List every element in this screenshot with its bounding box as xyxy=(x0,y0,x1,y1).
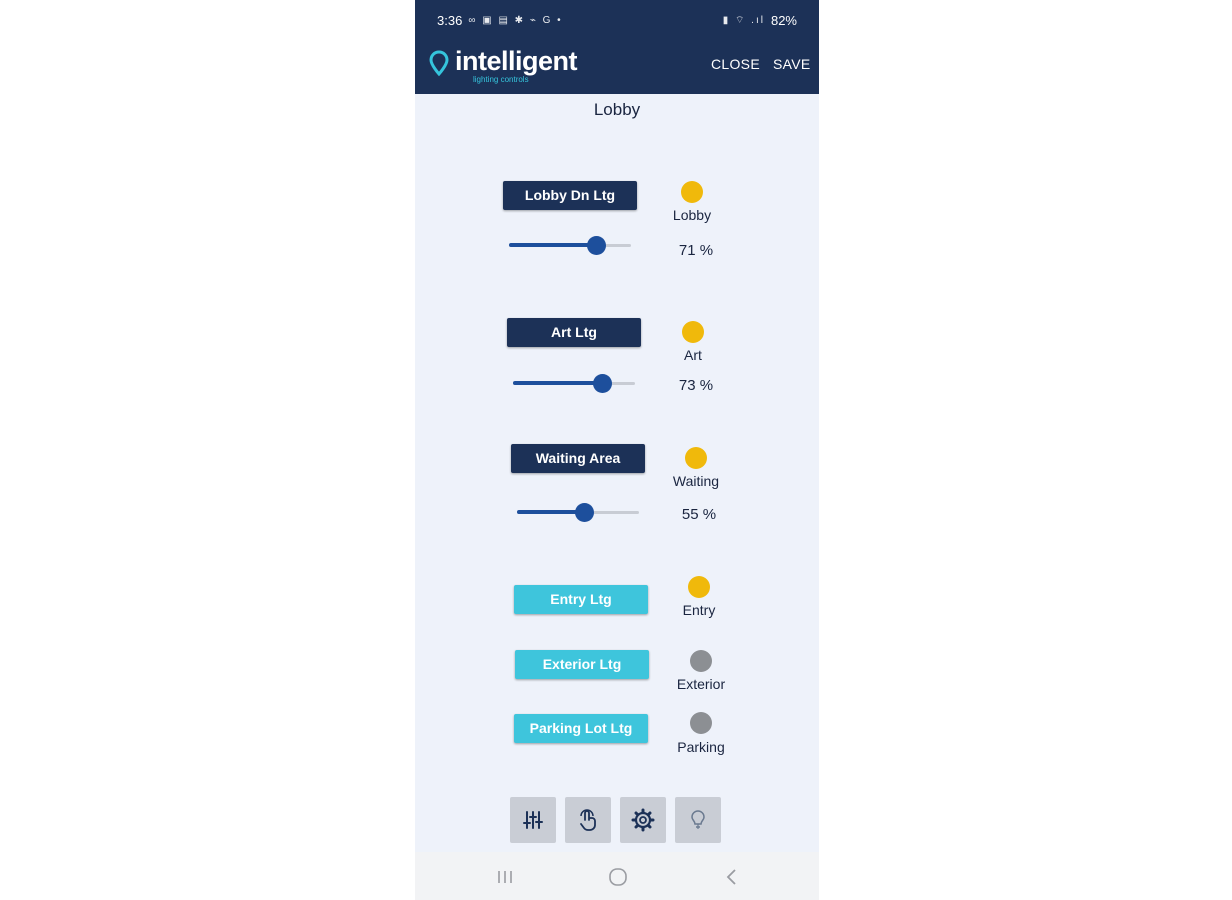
location-pin-icon xyxy=(429,50,449,77)
back-icon xyxy=(726,869,736,885)
slider-fill xyxy=(513,381,603,385)
indicator-label-parking: Parking xyxy=(677,739,725,755)
indicator-label-lobby: Lobby xyxy=(672,207,712,223)
logo-tagline: lighting controls xyxy=(473,75,529,84)
signal-icons: ▮ ⌔ .ıl xyxy=(722,14,765,26)
tab-settings[interactable] xyxy=(620,797,666,843)
app-bar: intelligent lighting controls CLOSE SAVE xyxy=(415,40,819,94)
notification-icons: ∞ ▣ ▤ ✱ ⌁ G • xyxy=(468,14,563,26)
indicator-label-entry: Entry xyxy=(682,602,716,618)
recents-button[interactable] xyxy=(493,866,517,888)
scene-button-art-ltg[interactable]: Art Ltg xyxy=(507,318,641,347)
scene-button-exterior-ltg[interactable]: Exterior Ltg xyxy=(515,650,649,679)
status-indicator-lobby xyxy=(681,181,703,203)
dimmer-slider-waiting[interactable] xyxy=(517,502,639,522)
status-indicator-waiting xyxy=(685,447,707,469)
status-indicator-art xyxy=(682,321,704,343)
level-readout-lobby: 71 % xyxy=(678,242,714,259)
slider-fill xyxy=(517,510,585,514)
recents-icon xyxy=(498,871,512,883)
status-bar: 3:36 ∞ ▣ ▤ ✱ ⌁ G • ▮ ⌔ .ıl 82% xyxy=(415,0,819,40)
scene-button-parking-lot-ltg[interactable]: Parking Lot Ltg xyxy=(514,714,648,743)
indicator-label-art: Art xyxy=(684,347,702,363)
tab-sliders[interactable] xyxy=(510,797,556,843)
system-nav-bar xyxy=(415,852,819,900)
slider-thumb[interactable] xyxy=(586,236,606,255)
bulb-icon xyxy=(691,810,705,829)
settings-icon xyxy=(631,808,655,832)
level-readout-waiting: 55 % xyxy=(681,506,717,523)
indicator-label-exterior: Exterior xyxy=(676,676,726,692)
back-button[interactable] xyxy=(720,866,744,888)
status-indicator-entry xyxy=(688,576,710,598)
home-icon xyxy=(609,868,627,886)
status-indicator-exterior xyxy=(690,650,712,672)
page-title: Lobby xyxy=(593,100,641,119)
close-button[interactable]: CLOSE xyxy=(711,56,760,72)
slider-thumb[interactable] xyxy=(593,374,613,393)
scene-button-waiting-area[interactable]: Waiting Area xyxy=(511,444,645,473)
save-button[interactable]: SAVE xyxy=(773,56,811,72)
phone-screen: 3:36 ∞ ▣ ▤ ✱ ⌁ G • ▮ ⌔ .ıl 82% intellige… xyxy=(415,0,819,900)
dimmer-slider-lobby[interactable] xyxy=(509,235,631,255)
logo-word: intelligent xyxy=(455,46,578,76)
indicator-label-waiting: Waiting xyxy=(672,473,720,489)
slider-thumb[interactable] xyxy=(575,503,595,522)
slider-fill xyxy=(509,243,596,247)
scene-button-entry-ltg[interactable]: Entry Ltg xyxy=(514,585,648,614)
sliders-icon xyxy=(523,811,543,829)
battery-percent: 82% xyxy=(770,12,797,28)
dimmer-slider-art[interactable] xyxy=(513,373,635,393)
scene-button-lobby-dn-ltg[interactable]: Lobby Dn Ltg xyxy=(503,181,637,210)
home-button[interactable] xyxy=(606,866,630,888)
tab-touch[interactable] xyxy=(565,797,611,843)
tab-lighting[interactable] xyxy=(675,797,721,843)
status-time: 3:36 xyxy=(437,12,463,28)
touch-icon xyxy=(580,809,596,831)
level-readout-art: 73 % xyxy=(678,377,714,394)
status-indicator-parking xyxy=(690,712,712,734)
